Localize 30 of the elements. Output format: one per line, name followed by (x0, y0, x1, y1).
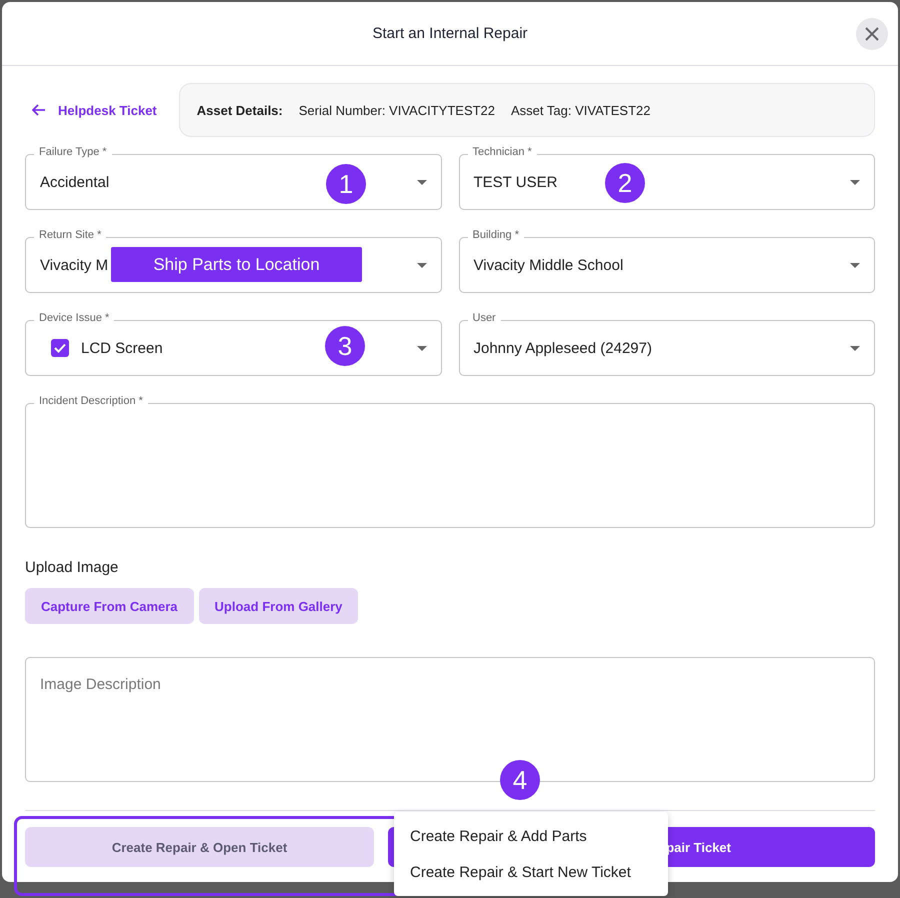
caret-icon (850, 346, 860, 350)
select-field[interactable]: Johnny Appleseed (24297) (458, 320, 875, 376)
menu-item[interactable]: Create Repair & Start New Ticket (394, 854, 668, 890)
asset-tag: Asset Tag: VIVATEST22 (511, 102, 650, 118)
serial-number: Serial Number: VIVACITYTEST22 (298, 102, 496, 118)
caret-icon (850, 180, 860, 184)
field-label: Device Issue * (34, 312, 114, 324)
field-label: User (468, 312, 501, 324)
caret-icon (416, 180, 426, 184)
create-repair-button[interactable]: Create Repair & Open Ticket (25, 827, 374, 867)
caret-icon (416, 262, 426, 268)
caret-icon (416, 346, 426, 350)
arrow-left-icon (32, 104, 46, 116)
upload-image-label: Upload Image (25, 559, 120, 576)
upload-button[interactable]: Capture From Camera (25, 588, 194, 624)
back-link[interactable]: Helpdesk Ticket (25, 102, 157, 118)
field-label: Technician * (468, 146, 537, 158)
menu-item[interactable]: Create Repair & Add Parts (394, 818, 668, 854)
checkbox[interactable] (51, 339, 69, 357)
close-button[interactable] (856, 18, 888, 50)
caret-icon (850, 262, 860, 268)
dialog-title: Start an Internal Repair (372, 25, 528, 42)
field-label: Return Site * (34, 229, 106, 241)
upload-button[interactable]: Upload From Gallery (198, 588, 358, 624)
field-label: Incident Description * (34, 395, 148, 407)
field-label: Failure Type * (34, 146, 112, 158)
close-icon (864, 26, 880, 42)
callout-label: Ship Parts to Location (111, 247, 362, 282)
asset-details-label: Asset Details: (196, 102, 283, 118)
field-label: Building * (468, 229, 524, 241)
